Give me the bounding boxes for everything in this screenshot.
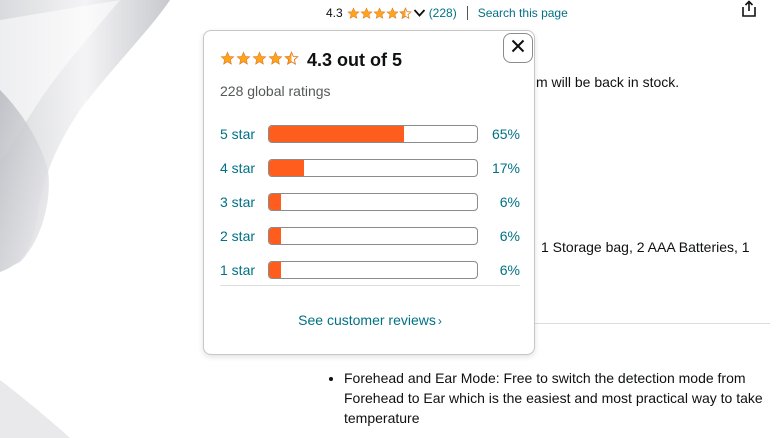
histogram-bar[interactable]: [268, 261, 478, 279]
popover-header: 4.3 out of 5: [220, 50, 402, 71]
star-full-icon: [236, 50, 251, 71]
share-icon[interactable]: [740, 0, 758, 18]
histogram-row-2-star[interactable]: 2 star 6%: [220, 219, 522, 253]
histogram-label[interactable]: 5 star: [220, 126, 268, 142]
popover-title: 4.3 out of 5: [307, 50, 403, 70]
feature-bullet: Forehead and Ear Mode: Free to switch th…: [344, 368, 780, 428]
histogram-percent[interactable]: 65%: [478, 126, 520, 142]
histogram-fill: [269, 126, 405, 142]
histogram-percent[interactable]: 6%: [478, 228, 520, 244]
histogram-label[interactable]: 3 star: [220, 194, 268, 210]
star-rating[interactable]: [347, 6, 412, 20]
chevron-right-icon: ›: [437, 314, 442, 328]
star-rating: [220, 50, 299, 71]
histogram-bar[interactable]: [268, 193, 478, 211]
histogram-percent[interactable]: 6%: [478, 194, 520, 210]
divider: [466, 6, 468, 20]
star-full-icon: [360, 6, 373, 20]
histogram-label[interactable]: 4 star: [220, 160, 268, 176]
star-full-icon: [220, 50, 235, 71]
histogram-percent[interactable]: 6%: [478, 262, 520, 278]
histogram-row-3-star[interactable]: 3 star 6%: [220, 185, 522, 219]
histogram-row-5-star[interactable]: 5 star 65%: [220, 117, 522, 151]
rating-popover: 4.3 out of 5 228 global ratings 5 star 6…: [203, 30, 535, 355]
star-full-icon: [268, 50, 283, 71]
histogram-fill: [269, 194, 282, 210]
rating-histogram: 5 star 65% 4 star 17% 3 star 6% 2 star 6…: [220, 117, 522, 287]
rating-value: 4.3: [326, 6, 343, 20]
histogram-label[interactable]: 2 star: [220, 228, 268, 244]
histogram-fill: [269, 228, 282, 244]
global-ratings-count: 228 global ratings: [220, 83, 331, 99]
star-full-icon: [386, 6, 399, 20]
star-full-icon: [373, 6, 386, 20]
histogram-fill: [269, 262, 282, 278]
histogram-label[interactable]: 1 star: [220, 262, 268, 278]
close-button[interactable]: [503, 33, 533, 63]
star-full-icon: [252, 50, 267, 71]
star-half-icon: [284, 50, 299, 71]
chevron-down-icon[interactable]: [413, 8, 426, 18]
feature-bullets: Forehead and Ear Mode: Free to switch th…: [326, 368, 780, 428]
see-customer-reviews-link[interactable]: See customer reviews ›: [204, 312, 536, 328]
histogram-row-1-star[interactable]: 1 star 6%: [220, 253, 522, 287]
histogram-bar[interactable]: [268, 125, 478, 143]
rating-count-link[interactable]: (228): [429, 6, 457, 20]
histogram-row-4-star[interactable]: 4 star 17%: [220, 151, 522, 185]
search-this-page-link[interactable]: Search this page: [478, 6, 568, 20]
product-image: [0, 0, 210, 438]
see-reviews-label[interactable]: See customer reviews: [298, 312, 436, 328]
stock-status-text: m will be back in stock.: [536, 74, 680, 90]
divider: [220, 285, 520, 286]
star-half-icon: [398, 6, 412, 20]
histogram-fill: [269, 160, 305, 176]
histogram-bar[interactable]: [268, 159, 478, 177]
included-components-text: 1 Storage bag, 2 AAA Batteries, 1: [541, 239, 750, 255]
rating-strip: 4.3 (228) Search this page: [326, 4, 568, 22]
histogram-percent[interactable]: 17%: [478, 160, 520, 176]
histogram-bar[interactable]: [268, 227, 478, 245]
close-icon: [511, 39, 525, 58]
star-full-icon: [347, 6, 360, 20]
